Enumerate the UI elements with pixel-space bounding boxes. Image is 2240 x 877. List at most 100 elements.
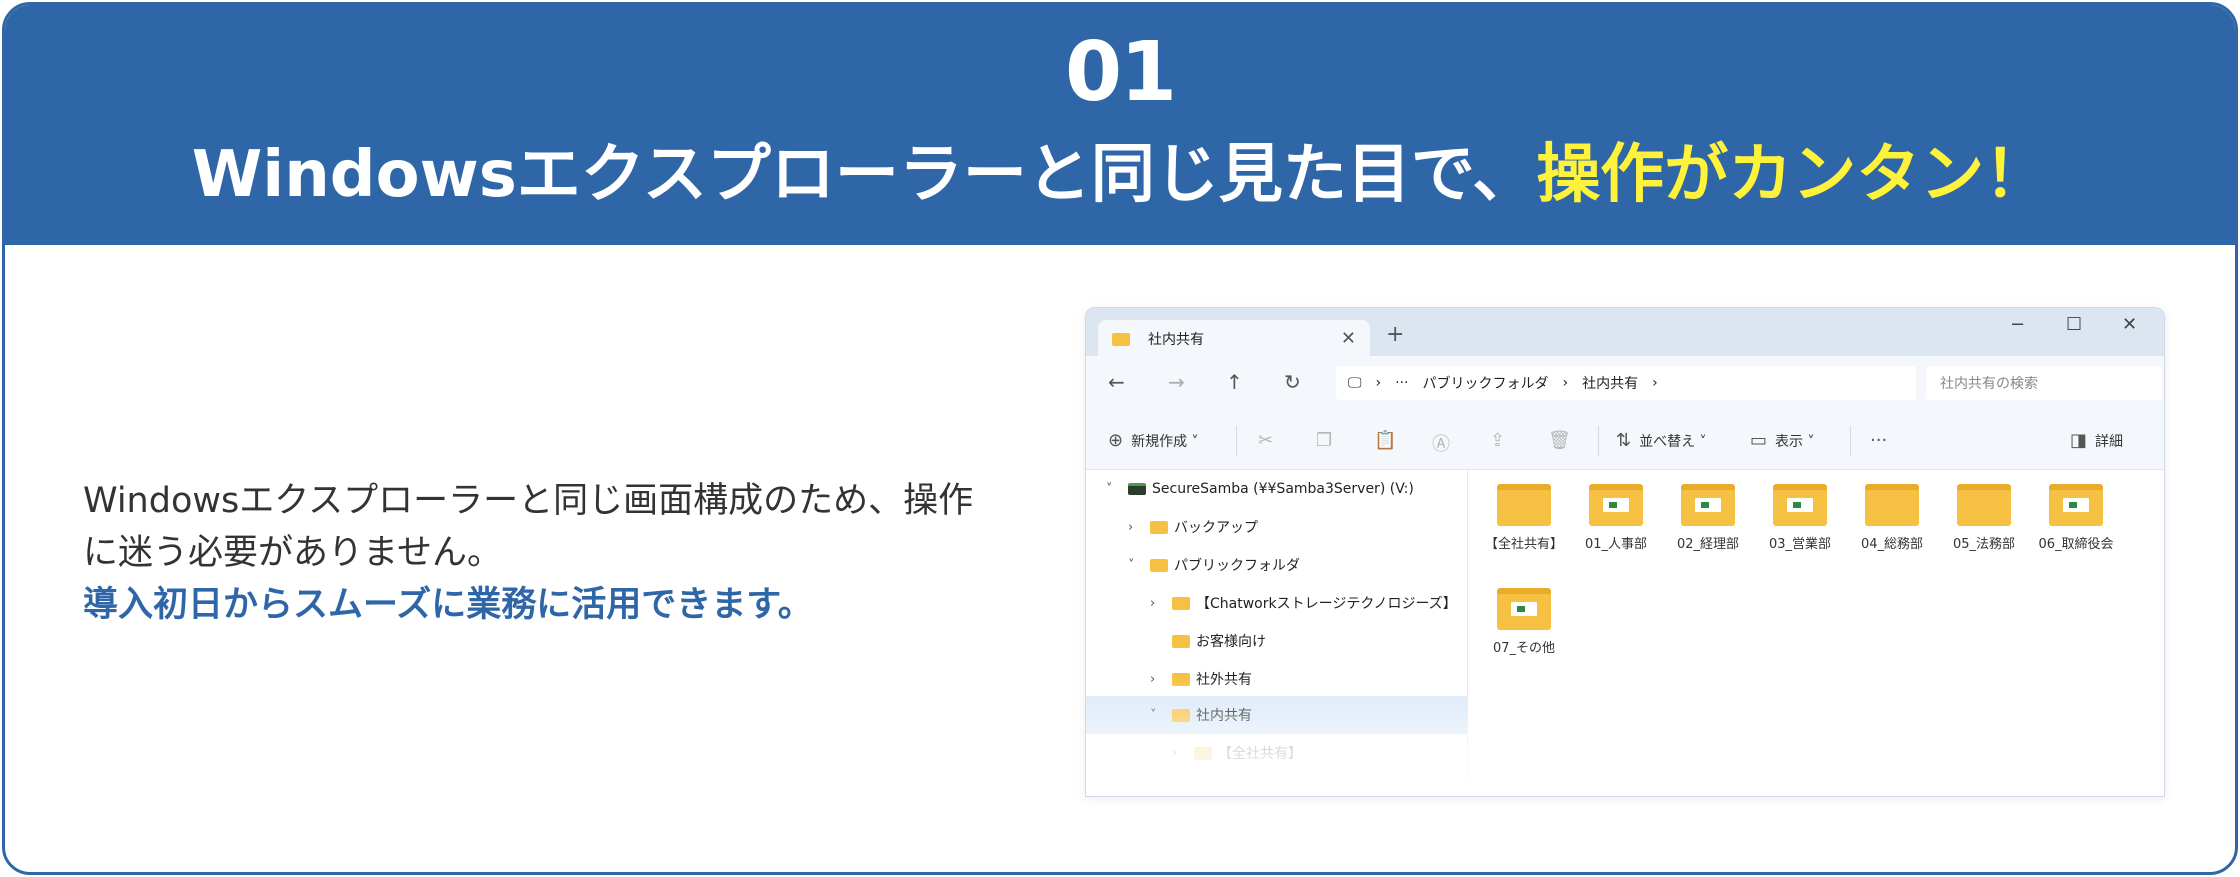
copy-button[interactable]: ❐ xyxy=(1316,430,1340,451)
details-label: 詳細 xyxy=(2095,433,2124,450)
plus-circle-icon: ⊕ xyxy=(1108,430,1124,451)
tree-label: 【全社共有】 xyxy=(1218,746,1302,762)
rename-button[interactable]: Ⓐ xyxy=(1432,430,1458,456)
folder-item[interactable]: 06_取締役会 xyxy=(2030,484,2122,554)
tree-item-external-share[interactable]: › 社外共有 xyxy=(1150,660,1252,698)
tab-shanai-kyoyu[interactable]: 社内共有 ✕ xyxy=(1098,320,1370,358)
toolbar-divider xyxy=(1598,426,1599,456)
sort-label: 並べ替え ˅ xyxy=(1639,433,1707,450)
feature-title: Windowsエクスプローラーと同じ見た目で、操作がカンタン！ xyxy=(5,133,2235,217)
breadcrumb-separator: › xyxy=(1562,375,1569,391)
close-window-button[interactable]: ✕ xyxy=(2122,314,2137,335)
shared-folder-icon xyxy=(1681,484,1735,526)
folder-item[interactable]: 【全社共有】 xyxy=(1478,484,1570,554)
folder-icon xyxy=(1172,708,1190,722)
tree-label: 社内共有 xyxy=(1196,708,1252,724)
up-arrow-icon[interactable]: ↑ xyxy=(1226,370,1243,394)
tree-label: バックアップ xyxy=(1174,520,1258,536)
feature-number: 01 xyxy=(1064,25,1177,120)
cut-button[interactable]: ✂ xyxy=(1258,430,1281,451)
shared-folder-icon xyxy=(1497,588,1551,630)
chevron-down-icon[interactable]: ˅ xyxy=(1128,558,1150,573)
view-label: 表示 ˅ xyxy=(1775,433,1815,450)
address-row: ← → ↑ ↻ 🖵 › ··· パブリックフォルダ › 社内共有 › 社内共有の… xyxy=(1086,356,2164,410)
tree-item-chatwork[interactable]: › 【Chatworkストレージテクノロジーズ】 xyxy=(1150,584,1457,622)
chevron-right-icon[interactable]: › xyxy=(1172,746,1194,761)
folder-item[interactable]: 07_その他 xyxy=(1478,588,1570,658)
folder-icon xyxy=(1194,746,1212,760)
folder-icon xyxy=(1112,332,1130,346)
chevron-down-icon[interactable]: ˅ xyxy=(1150,708,1172,723)
feature-card: 01 Windowsエクスプローラーと同じ見た目で、操作がカンタン！ Windo… xyxy=(2,2,2238,875)
pc-icon: 🖵 xyxy=(1348,375,1362,391)
breadcrumb-shanai-kyoyu[interactable]: 社内共有 xyxy=(1582,373,1638,393)
view-button[interactable]: ▭ 表示 ˅ xyxy=(1750,430,1814,451)
folder-item[interactable]: 05_法務部 xyxy=(1938,484,2030,554)
close-tab-icon[interactable]: ✕ xyxy=(1341,328,1356,349)
folder-label: 【全社共有】 xyxy=(1484,537,1563,552)
tree-label: お客様向け xyxy=(1196,634,1266,650)
new-tab-button[interactable]: + xyxy=(1386,322,1404,347)
file-list: 【全社共有】 01_人事部 02_経理部 03_営業部 04_総務部 05_法務… xyxy=(1468,470,2164,796)
folder-icon xyxy=(1150,520,1168,534)
clipboard-icon: 📋 xyxy=(1374,430,1397,451)
view-icon: ▭ xyxy=(1750,430,1768,451)
delete-button[interactable]: 🗑 xyxy=(1548,430,1579,451)
title-main: Windowsエクスプローラーと同じ見た目で、 xyxy=(191,138,1537,212)
folder-item[interactable]: 01_人事部 xyxy=(1570,484,1662,554)
address-bar[interactable]: 🖵 › ··· パブリックフォルダ › 社内共有 › xyxy=(1336,366,1916,400)
folder-icon xyxy=(1865,484,1919,526)
tree-item-all-company[interactable]: › 【全社共有】 xyxy=(1172,734,1302,772)
navigation-pane: ˅ SecureSamba (¥¥Samba3Server) (V:) › バッ… xyxy=(1086,470,1468,796)
folder-item[interactable]: 02_経理部 xyxy=(1662,484,1754,554)
chevron-right-icon[interactable]: › xyxy=(1128,520,1150,535)
sort-icon: ⇅ xyxy=(1616,430,1632,451)
toolbar-divider xyxy=(1850,426,1851,456)
chevron-down-icon[interactable]: ˅ xyxy=(1106,482,1128,497)
chevron-right-icon[interactable]: › xyxy=(1150,672,1172,687)
sort-button[interactable]: ⇅ 並べ替え ˅ xyxy=(1616,430,1707,451)
folder-item[interactable]: 04_総務部 xyxy=(1846,484,1938,554)
breadcrumb-separator: › xyxy=(1652,375,1658,391)
tree-item-customers[interactable]: お客様向け xyxy=(1150,622,1266,660)
feature-header: 01 Windowsエクスプローラーと同じ見た目で、操作がカンタン！ xyxy=(5,5,2235,245)
command-bar: ⊕ 新規作成 ˅ ✂ ❐ 📋 Ⓐ ⇪ 🗑 ⇅ 並べ替え ˅ ▭ 表示 ˅ ···… xyxy=(1086,410,2164,470)
folder-label: 05_法務部 xyxy=(1952,537,2016,552)
details-button[interactable]: ◨ 詳細 xyxy=(2070,430,2123,451)
tree-label: SecureSamba (¥¥Samba3Server) (V:) xyxy=(1152,481,1414,497)
tree-item-internal-share[interactable]: ˅ 社内共有 xyxy=(1150,696,1252,734)
back-arrow-icon[interactable]: ← xyxy=(1108,370,1125,394)
search-input[interactable]: 社内共有の検索 xyxy=(1926,366,2162,400)
folder-label: 03_営業部 xyxy=(1768,537,1832,552)
share-icon: ⇪ xyxy=(1490,430,1506,451)
folder-label: 06_取締役会 xyxy=(2038,537,2114,552)
paste-button[interactable]: 📋 xyxy=(1374,430,1404,451)
folder-label: 04_総務部 xyxy=(1860,537,1924,552)
maximize-button[interactable]: ☐ xyxy=(2066,314,2082,335)
breadcrumb-more[interactable]: ··· xyxy=(1395,375,1408,391)
folder-icon xyxy=(1172,634,1190,648)
description-line2: 導入初日からスムーズに業務に活用できます。 xyxy=(83,585,813,625)
network-drive-icon xyxy=(1128,483,1146,495)
tab-bar: 社内共有 ✕ + − ☐ ✕ xyxy=(1086,308,2164,358)
chevron-right-icon[interactable]: › xyxy=(1150,596,1172,611)
minimize-button[interactable]: − xyxy=(2010,314,2025,335)
folder-icon xyxy=(1957,484,2011,526)
trash-icon: 🗑 xyxy=(1548,430,1571,451)
tree-item-drive[interactable]: ˅ SecureSamba (¥¥Samba3Server) (V:) xyxy=(1106,470,1414,508)
folder-icon xyxy=(1497,484,1551,526)
tree-label: 【Chatworkストレージテクノロジーズ】 xyxy=(1196,596,1457,612)
tree-item-public-folder[interactable]: ˅ パブリックフォルダ xyxy=(1128,546,1300,584)
scissors-icon: ✂ xyxy=(1258,430,1274,451)
more-options-button[interactable]: ··· xyxy=(1870,430,1895,451)
shared-folder-icon xyxy=(2049,484,2103,526)
share-button[interactable]: ⇪ xyxy=(1490,430,1513,451)
forward-arrow-icon[interactable]: → xyxy=(1168,370,1185,394)
rename-icon: Ⓐ xyxy=(1432,434,1450,455)
tree-item-backup[interactable]: › バックアップ xyxy=(1128,508,1258,546)
new-button[interactable]: ⊕ 新規作成 ˅ xyxy=(1108,430,1199,451)
folder-item[interactable]: 03_営業部 xyxy=(1754,484,1846,554)
tree-label: 社外共有 xyxy=(1196,672,1252,688)
refresh-icon[interactable]: ↻ xyxy=(1284,370,1301,394)
breadcrumb-public-folder[interactable]: パブリックフォルダ xyxy=(1422,373,1548,393)
